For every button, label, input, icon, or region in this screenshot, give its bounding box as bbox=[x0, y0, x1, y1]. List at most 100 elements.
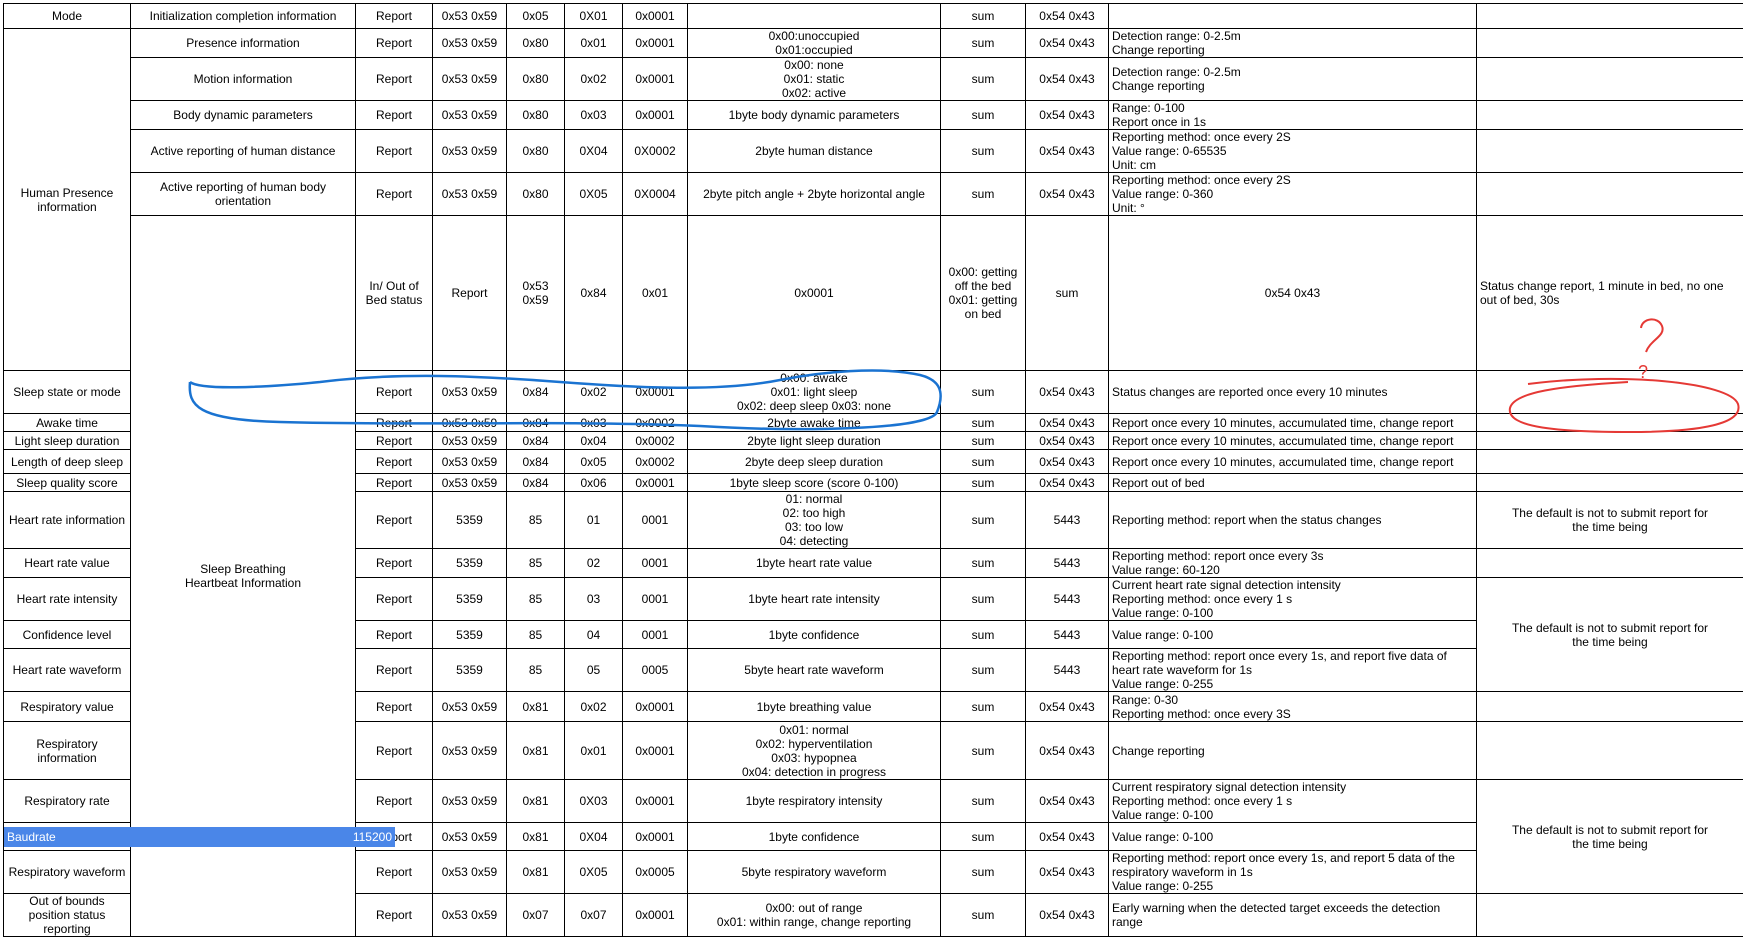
table-cell[interactable]: 0x84 bbox=[507, 474, 565, 492]
table-cell[interactable] bbox=[1477, 450, 1743, 474]
table-cell[interactable]: 5359 bbox=[433, 492, 507, 549]
table-cell[interactable]: 5443 bbox=[1026, 621, 1109, 649]
table-cell[interactable] bbox=[1477, 894, 1743, 937]
table-cell[interactable]: 85 bbox=[507, 621, 565, 649]
table-cell[interactable]: 85 bbox=[507, 492, 565, 549]
table-cell[interactable]: Reporting method: report when the status… bbox=[1109, 492, 1477, 549]
table-cell[interactable]: Report bbox=[356, 894, 433, 937]
table-cell[interactable] bbox=[1477, 549, 1743, 578]
table-cell[interactable]: 0x02 bbox=[565, 58, 623, 101]
table-cell[interactable]: 0005 bbox=[623, 649, 688, 692]
table-cell[interactable]: 0x53 0x59 bbox=[433, 894, 507, 937]
table-cell[interactable]: 0x0002 bbox=[623, 432, 688, 450]
table-cell[interactable]: 0x07 bbox=[565, 894, 623, 937]
table-cell[interactable]: Respiratory rate bbox=[4, 780, 131, 823]
table-cell[interactable]: 0x03 bbox=[565, 414, 623, 432]
table-cell[interactable]: 0x53 0x59 bbox=[433, 474, 507, 492]
table-cell[interactable] bbox=[1477, 101, 1743, 130]
table-cell[interactable]: 0x53 0x59 bbox=[433, 851, 507, 894]
table-cell[interactable]: 0x53 0x59 bbox=[433, 130, 507, 173]
table-cell[interactable] bbox=[1477, 173, 1743, 216]
table-cell[interactable]: Heart rate intensity bbox=[4, 578, 131, 621]
table-cell[interactable]: 0x53 0x59 bbox=[433, 29, 507, 58]
table-cell[interactable]: In/ Out of Bed status bbox=[356, 216, 433, 371]
table-cell[interactable]: 0x81 bbox=[507, 851, 565, 894]
table-cell[interactable] bbox=[1477, 692, 1743, 722]
table-cell[interactable]: 0x80 bbox=[507, 101, 565, 130]
table-cell[interactable]: Active reporting of human body orientati… bbox=[131, 173, 356, 216]
table-cell[interactable]: Report bbox=[356, 692, 433, 722]
table-cell[interactable]: 0x54 0x43 bbox=[1026, 450, 1109, 474]
table-cell[interactable]: sum bbox=[941, 173, 1026, 216]
table-cell[interactable]: Report bbox=[356, 492, 433, 549]
table-cell[interactable]: 2byte awake time bbox=[688, 414, 941, 432]
table-cell[interactable]: 0x53 0x59 bbox=[433, 692, 507, 722]
table-cell[interactable]: 1byte heart rate value bbox=[688, 549, 941, 578]
table-cell[interactable] bbox=[688, 4, 941, 29]
table-cell[interactable]: Value range: 0-100 bbox=[1109, 823, 1477, 851]
table-cell[interactable]: 5359 bbox=[433, 649, 507, 692]
table-cell[interactable]: Body dynamic parameters bbox=[131, 101, 356, 130]
table-cell[interactable]: Report once every 10 minutes, accumulate… bbox=[1109, 450, 1477, 474]
table-cell[interactable]: Reporting method: report once every 1s, … bbox=[1109, 851, 1477, 894]
name-cell[interactable]: Initialization completion information bbox=[131, 4, 356, 29]
table-cell[interactable]: 0x53 0x59 bbox=[433, 371, 507, 414]
table-cell[interactable]: 0x80 bbox=[507, 130, 565, 173]
table-cell[interactable]: Report bbox=[356, 371, 433, 414]
table-cell[interactable]: 0x0002 bbox=[623, 414, 688, 432]
table-cell[interactable]: 0x53 0x59 bbox=[433, 101, 507, 130]
table-cell[interactable]: 85 bbox=[507, 578, 565, 621]
table-cell[interactable]: 0x54 0x43 bbox=[1026, 692, 1109, 722]
table-cell[interactable]: Light sleep duration bbox=[4, 432, 131, 450]
table-cell[interactable]: 2byte deep sleep duration bbox=[688, 450, 941, 474]
table-cell[interactable]: Report bbox=[356, 432, 433, 450]
table-cell[interactable]: 0x53 0x59 bbox=[433, 722, 507, 780]
table-cell[interactable]: Report bbox=[356, 414, 433, 432]
table-cell[interactable]: The default is not to submit report for … bbox=[1477, 780, 1743, 894]
table-cell[interactable]: Range: 0-30 Reporting method: once every… bbox=[1109, 692, 1477, 722]
table-cell[interactable]: Report bbox=[356, 851, 433, 894]
table-cell[interactable]: Current respiratory signal detection int… bbox=[1109, 780, 1477, 823]
table-cell[interactable]: Report bbox=[356, 173, 433, 216]
table-cell[interactable]: 0x0001 bbox=[623, 101, 688, 130]
table-cell[interactable]: 05 bbox=[565, 649, 623, 692]
table-cell[interactable]: 0X01 bbox=[565, 4, 623, 29]
table-cell[interactable]: 0X0002 bbox=[623, 130, 688, 173]
table-cell[interactable]: Heart rate waveform bbox=[4, 649, 131, 692]
table-cell[interactable]: 2byte pitch angle + 2byte horizontal ang… bbox=[688, 173, 941, 216]
table-cell[interactable]: The default is not to submit report for … bbox=[1477, 492, 1743, 549]
table-cell[interactable]: 0x54 0x43 bbox=[1026, 851, 1109, 894]
table-cell[interactable]: 0x81 bbox=[507, 780, 565, 823]
table-cell[interactable]: 0x02 bbox=[565, 371, 623, 414]
table-cell[interactable]: 0x81 bbox=[507, 722, 565, 780]
table-cell[interactable]: 5443 bbox=[1026, 578, 1109, 621]
table-cell[interactable]: 2byte light sleep duration bbox=[688, 432, 941, 450]
table-cell[interactable]: Report bbox=[356, 130, 433, 173]
table-cell[interactable]: sum bbox=[941, 722, 1026, 780]
table-cell[interactable]: Change reporting bbox=[1109, 722, 1477, 780]
table-cell[interactable]: 0x0002 bbox=[623, 450, 688, 474]
table-cell[interactable]: 0x05 bbox=[507, 4, 565, 29]
table-cell[interactable]: 0001 bbox=[623, 578, 688, 621]
table-cell[interactable]: Report bbox=[356, 649, 433, 692]
table-cell[interactable]: 0x53 0x59 bbox=[433, 4, 507, 29]
table-cell[interactable]: 0x01: normal 0x02: hyperventilation 0x03… bbox=[688, 722, 941, 780]
table-cell[interactable]: Reporting method: report once every 1s, … bbox=[1109, 649, 1477, 692]
table-cell[interactable]: sum bbox=[941, 823, 1026, 851]
table-cell[interactable]: 0x84 bbox=[507, 414, 565, 432]
table-cell[interactable]: 0x0001 bbox=[623, 29, 688, 58]
table-cell[interactable]: 0x0001 bbox=[623, 780, 688, 823]
table-cell[interactable]: Range: 0-100 Report once in 1s bbox=[1109, 101, 1477, 130]
table-cell[interactable]: sum bbox=[941, 450, 1026, 474]
category-cell[interactable]: Mode bbox=[4, 4, 131, 29]
table-cell[interactable]: Report bbox=[356, 29, 433, 58]
table-cell[interactable]: Respiratory waveform bbox=[4, 851, 131, 894]
table-cell[interactable]: Report bbox=[356, 4, 433, 29]
category-cell[interactable]: Human Presence information bbox=[4, 29, 131, 371]
table-cell[interactable]: 0x53 0x59 bbox=[507, 216, 565, 371]
table-cell[interactable]: Respiratory value bbox=[4, 692, 131, 722]
table-cell[interactable]: 85 bbox=[507, 549, 565, 578]
table-cell[interactable]: 0x0001 bbox=[623, 371, 688, 414]
table-cell[interactable]: 0x04 bbox=[565, 432, 623, 450]
table-cell[interactable]: Report bbox=[356, 101, 433, 130]
